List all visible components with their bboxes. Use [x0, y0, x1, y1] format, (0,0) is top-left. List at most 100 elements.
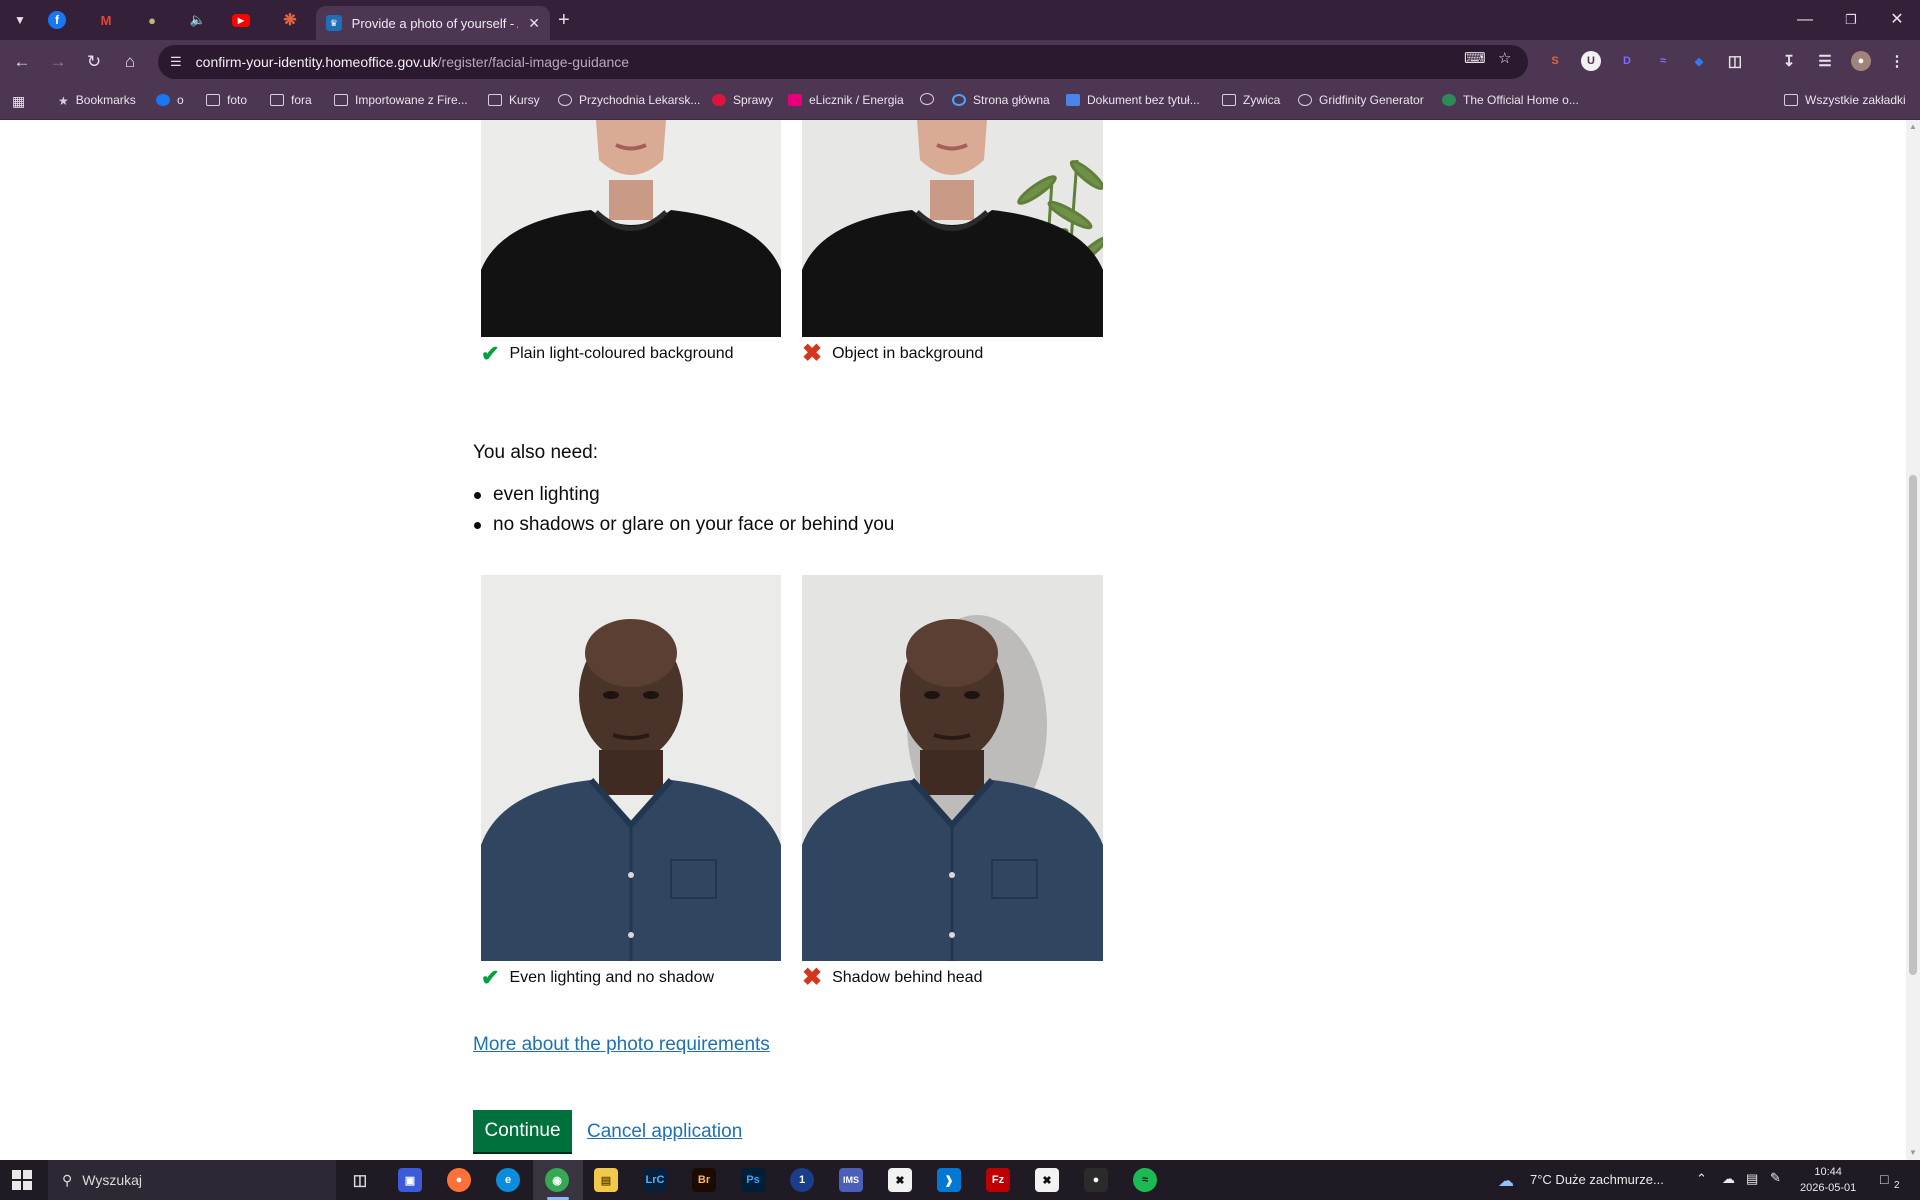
search-icon: ⚲	[62, 1171, 73, 1188]
vscode-icon[interactable]: ❱	[937, 1168, 961, 1192]
list-item: no shadows or glare on your face or behi…	[473, 510, 894, 540]
bookmark-item[interactable]: Sprawy	[712, 93, 773, 107]
windows-taskbar: ⚲ Wyszukaj ◫ ▣ ● e ◉ ▤ LrC Br Ps 1 IMS ✖…	[0, 1160, 1920, 1200]
home-icon[interactable]: ⌂	[118, 50, 142, 74]
bookmark-item[interactable]: Importowane z Fire...	[334, 93, 468, 107]
tab-active[interactable]: ♛ Provide a photo of yourself - Ap ✕	[316, 6, 550, 40]
scrollbar-thumb[interactable]	[1909, 475, 1917, 975]
bookmark-item[interactable]: Wszystkie zakładki	[1784, 93, 1906, 107]
bookmark-item[interactable]: Przychodnia Lekarsk...	[558, 93, 700, 107]
scroll-down-icon[interactable]: ▼	[1909, 1148, 1917, 1157]
cross-icon: ✖	[802, 340, 823, 367]
globe-icon	[558, 94, 572, 106]
onepassword-icon[interactable]: 1	[790, 1168, 814, 1192]
weather-icon[interactable]: ☁	[1498, 1171, 1514, 1191]
tab-close-icon[interactable]: ✕	[528, 15, 540, 32]
chrome-icon[interactable]: ◉	[545, 1168, 569, 1192]
downloads-icon[interactable]: ↧	[1779, 51, 1799, 71]
davinci-icon[interactable]: ●	[1084, 1168, 1108, 1192]
bookmark-item[interactable]: Zywica	[1222, 93, 1280, 107]
home-site-icon	[952, 94, 966, 106]
extension-tag-icon[interactable]: ◆	[1689, 51, 1709, 71]
clock-time: 10:44	[1814, 1166, 1842, 1178]
bookmark-item[interactable]: Strona główna	[952, 93, 1050, 107]
bookmark-item[interactable]	[920, 93, 941, 105]
globe-icon	[920, 93, 934, 105]
bookmark-item[interactable]: Gridfinity Generator	[1298, 93, 1424, 107]
tick-icon: ✔	[481, 965, 500, 990]
new-tab-icon[interactable]: +	[558, 8, 570, 32]
firefox-icon[interactable]: ●	[447, 1168, 471, 1192]
bookmark-item[interactable]: Dokument bez tytuł...	[1066, 93, 1200, 107]
profile-avatar[interactable]: ●	[1851, 51, 1871, 71]
extension-d-icon[interactable]: D	[1617, 51, 1637, 71]
bookmark-item[interactable]: Kursy	[488, 93, 540, 107]
restore-icon[interactable]: ❐	[1828, 6, 1874, 34]
spotify-icon[interactable]: ≈	[1133, 1168, 1157, 1192]
tray-chevron-icon[interactable]: ⌃	[1696, 1171, 1707, 1187]
extension-wave-icon[interactable]: ≈	[1653, 51, 1673, 71]
back-icon[interactable]: ←	[10, 50, 34, 74]
reload-icon[interactable]: ↻	[82, 50, 106, 74]
tab-search-icon[interactable]: ▼	[8, 8, 32, 32]
extension-u-icon[interactable]: U	[1581, 51, 1601, 71]
notifications-icon[interactable]: □	[1880, 1171, 1888, 1187]
youtube-icon[interactable]: ▶	[232, 14, 250, 27]
list-item: even lighting	[473, 480, 894, 510]
facebook-icon[interactable]: f	[48, 11, 66, 29]
url-host: confirm-your-identity.homeoffice.gov.uk	[195, 54, 438, 70]
pinned-site-icon[interactable]: ●	[140, 8, 164, 32]
extension-s-icon[interactable]: S	[1545, 51, 1565, 71]
doc-icon	[1066, 94, 1080, 106]
filezilla-icon[interactable]: Fz	[986, 1168, 1010, 1192]
bookmark-item[interactable]: foto	[206, 93, 247, 107]
task-view-icon[interactable]: ◫	[348, 1168, 372, 1192]
notification-count: 2	[1894, 1180, 1900, 1191]
minimize-icon[interactable]: —	[1782, 6, 1828, 34]
clock-date: 2026-05-01	[1800, 1182, 1857, 1194]
forward-icon[interactable]: →	[46, 50, 70, 74]
network-icon[interactable]: ▤	[1746, 1171, 1758, 1187]
example-photo-plain-background	[481, 120, 781, 337]
example-photo-even-lighting	[481, 575, 781, 961]
scroll-up-icon[interactable]: ▲	[1909, 122, 1917, 131]
bookmark-item[interactable]: fora	[270, 93, 312, 107]
save-app-icon[interactable]: ▣	[398, 1168, 422, 1192]
lightroom-icon[interactable]: LrC	[643, 1168, 667, 1192]
clock[interactable]: 10:44 2026-05-01	[1800, 1164, 1856, 1196]
gmail-icon[interactable]: M	[94, 8, 118, 32]
site-info-icon[interactable]: ☰	[170, 54, 182, 70]
browser-menu-icon[interactable]: ⋮	[1887, 51, 1907, 71]
audio-icon[interactable]: 🔈	[186, 8, 210, 32]
media-icon[interactable]: ☰	[1815, 51, 1835, 71]
continue-button[interactable]: Continue	[473, 1110, 572, 1152]
bookmark-item[interactable]: o	[156, 93, 184, 107]
weather-text[interactable]: 7°C Duże zachmurze...	[1530, 1172, 1664, 1187]
page-scrollbar[interactable]: ▲ ▼	[1906, 120, 1920, 1160]
apps-grid-icon[interactable]: ▦	[12, 93, 25, 110]
taskbar-search[interactable]: ⚲ Wyszukaj	[48, 1160, 336, 1200]
extensions-puzzle-icon[interactable]: ◫	[1725, 51, 1745, 71]
cancel-application-link[interactable]: Cancel application	[587, 1121, 742, 1143]
onedrive-icon[interactable]: ☁	[1722, 1171, 1735, 1187]
capcut-2-icon[interactable]: ✖	[1035, 1168, 1059, 1192]
windows-start-icon[interactable]	[12, 1170, 32, 1190]
bookmark-item[interactable]: The Official Home o...	[1442, 93, 1579, 107]
ims-icon[interactable]: IMS	[839, 1168, 863, 1192]
pen-icon[interactable]: ✎	[1770, 1170, 1781, 1186]
translate-icon[interactable]: ⌨	[1464, 49, 1486, 67]
tab-strip: ▼ f M ● 🔈 ▶ ❋ ♛ Provide a photo of yours…	[0, 0, 1920, 40]
address-bar[interactable]: ☰ confirm-your-identity.homeoffice.gov.u…	[158, 45, 1528, 79]
edge-icon[interactable]: e	[496, 1168, 520, 1192]
photoshop-icon[interactable]: Ps	[741, 1168, 765, 1192]
bookmark-item[interactable]: eLicznik / Energia	[788, 93, 904, 107]
window-close-icon[interactable]: ✕	[1874, 6, 1920, 34]
bridge-icon[interactable]: Br	[692, 1168, 716, 1192]
capcut-icon[interactable]: ✖	[888, 1168, 912, 1192]
file-explorer-icon[interactable]: ▤	[594, 1168, 618, 1192]
bookmark-item[interactable]: ★ Bookmarks	[58, 93, 136, 108]
bookmark-star-icon[interactable]: ☆	[1498, 49, 1511, 67]
claude-icon[interactable]: ❋	[278, 8, 302, 32]
more-photo-requirements-link[interactable]: More about the photo requirements	[473, 1034, 770, 1056]
tab-title: Provide a photo of yourself - Ap	[351, 15, 519, 31]
